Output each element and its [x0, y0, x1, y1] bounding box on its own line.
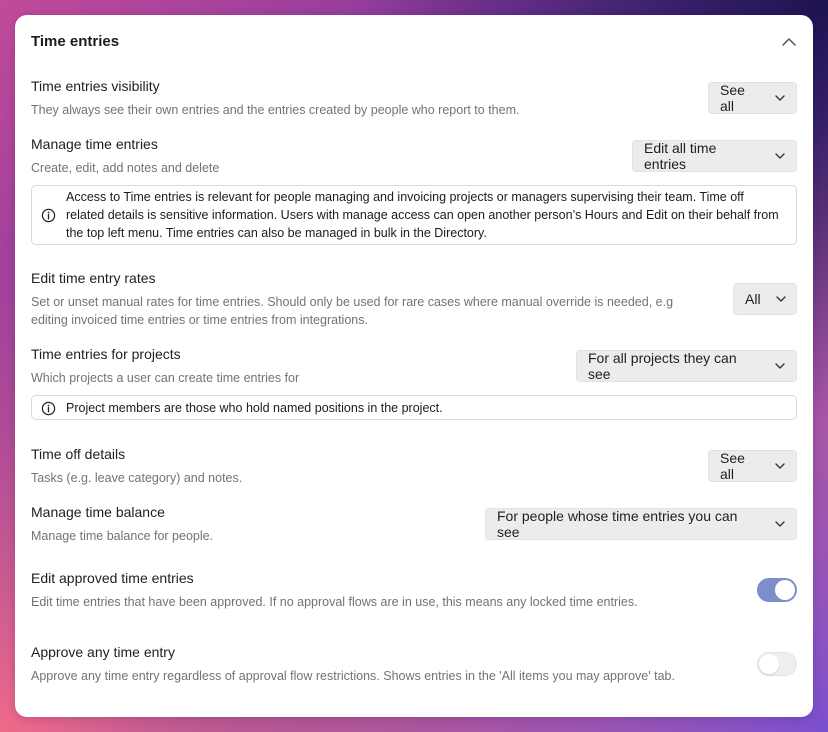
balance-select[interactable]: For people whose time entries you can se… [485, 508, 797, 540]
chevron-down-icon [775, 521, 785, 527]
manage-select-value: Edit all time entries [644, 140, 717, 172]
chevron-down-icon [775, 95, 785, 101]
approve-any-toggle[interactable] [757, 652, 797, 676]
projects-info-text: Project members are those who hold named… [66, 401, 443, 415]
toggle-knob [759, 654, 779, 674]
approved-title: Edit approved time entries [31, 570, 194, 586]
chevron-up-icon[interactable] [780, 33, 798, 51]
edit-approved-toggle[interactable] [757, 578, 797, 602]
toggle-knob [775, 580, 795, 600]
manage-select[interactable]: Edit all time entries [632, 140, 797, 172]
balance-title: Manage time balance [31, 504, 165, 520]
approved-desc: Edit time entries that have been approve… [31, 595, 638, 609]
section-title: Time entries [31, 33, 120, 50]
visibility-select[interactable]: See all [708, 82, 797, 114]
approve-title: Approve any time entry [31, 644, 175, 660]
rates-desc: Set or unset manual rates for time entri… [31, 295, 674, 327]
time-entries-card: Time entries Time entries visibility The… [15, 15, 813, 717]
timeoff-select-value: See all [720, 450, 745, 482]
timeoff-title: Time off details [31, 446, 126, 462]
visibility-desc: They always see their own entries and th… [31, 103, 520, 117]
chevron-down-icon [775, 296, 786, 302]
projects-desc: Which projects a user can create time en… [31, 371, 300, 385]
rates-select-value: All [745, 291, 761, 307]
visibility-title: Time entries visibility [31, 78, 160, 94]
balance-select-value: For people whose time entries you can se… [497, 508, 738, 540]
visibility-select-value: See all [720, 82, 745, 114]
manage-desc: Create, edit, add notes and delete [31, 161, 220, 175]
rates-title: Edit time entry rates [31, 270, 156, 286]
manage-info-box: Access to Time entries is relevant for p… [31, 185, 797, 245]
manage-title: Manage time entries [31, 136, 158, 152]
projects-info-box: Project members are those who hold named… [31, 395, 797, 420]
manage-info-text: Access to Time entries is relevant for p… [66, 190, 779, 240]
chevron-down-icon [775, 153, 785, 159]
chevron-down-icon [775, 463, 785, 469]
projects-select[interactable]: For all projects they can see [576, 350, 797, 382]
balance-desc: Manage time balance for people. [31, 529, 214, 543]
timeoff-select[interactable]: See all [708, 450, 797, 482]
projects-select-value: For all projects they can see [588, 350, 737, 382]
chevron-down-icon [775, 363, 785, 369]
approve-desc: Approve any time entry regardless of app… [31, 669, 675, 683]
timeoff-desc: Tasks (e.g. leave category) and notes. [31, 471, 243, 485]
rates-select[interactable]: All [733, 283, 797, 315]
info-icon [41, 208, 56, 223]
info-icon [41, 401, 56, 416]
projects-title: Time entries for projects [31, 346, 181, 362]
